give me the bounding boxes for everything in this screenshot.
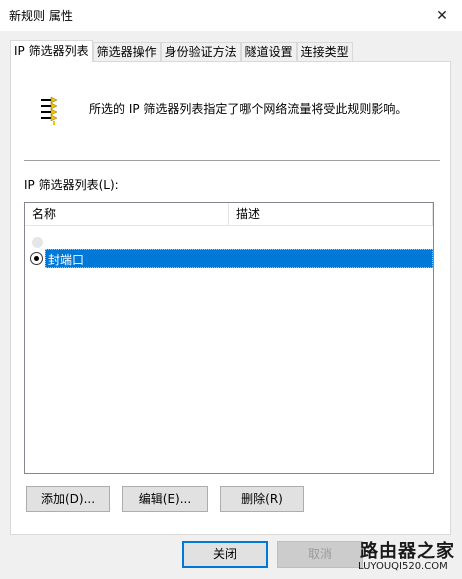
info-text: 所选的 IP 筛选器列表指定了哪个网络流量将受此规则影响。 — [89, 102, 408, 116]
filter-list-label: IP 筛选器列表(L): — [24, 178, 119, 192]
row-name: 封端口 — [48, 253, 85, 267]
table-row[interactable]: 封端口 — [25, 249, 433, 268]
tab-filter-action[interactable]: 筛选器操作 — [92, 42, 161, 62]
add-button[interactable]: 添加(D)... — [26, 486, 110, 512]
close-button[interactable]: 关闭 — [182, 541, 268, 568]
listview-header: 名称 描述 — [25, 203, 433, 226]
title-bar: 新规则 属性 ✕ — [0, 0, 462, 31]
window-title: 新规则 属性 — [9, 9, 73, 23]
column-header-description[interactable]: 描述 — [229, 203, 433, 226]
filter-listview[interactable]: 名称 描述 封端口 — [24, 202, 434, 474]
row-selection-highlight — [45, 249, 433, 268]
tab-strip: IP 筛选器列表 筛选器操作 身份验证方法 隧道设置 连接类型 — [10, 40, 353, 62]
column-header-name[interactable]: 名称 — [25, 203, 229, 226]
edit-button[interactable]: 编辑(E)... — [122, 486, 208, 512]
filter-list-icon — [41, 96, 58, 125]
tab-connection-type[interactable]: 连接类型 — [296, 42, 353, 62]
separator — [24, 160, 440, 161]
watermark-main: 路由器之家 — [360, 541, 455, 562]
tab-authentication-methods[interactable]: 身份验证方法 — [160, 42, 241, 62]
tab-tunnel-settings[interactable]: 隧道设置 — [240, 42, 297, 62]
cancel-button: 取消 — [277, 541, 363, 568]
watermark-logo: 路由器之家 LUYOUQI520.COM — [358, 535, 460, 577]
delete-button[interactable]: 删除(R) — [220, 486, 304, 512]
close-icon[interactable]: ✕ — [422, 0, 462, 31]
tab-panel: 所选的 IP 筛选器列表指定了哪个网络流量将受此规则影响。 IP 筛选器列表(L… — [10, 61, 451, 535]
watermark-sub: LUYOUQI520.COM — [358, 561, 448, 572]
tab-ip-filter-list[interactable]: IP 筛选器列表 — [10, 40, 93, 62]
ghost-radio-icon — [32, 237, 43, 248]
radio-selected-icon[interactable] — [30, 252, 43, 265]
